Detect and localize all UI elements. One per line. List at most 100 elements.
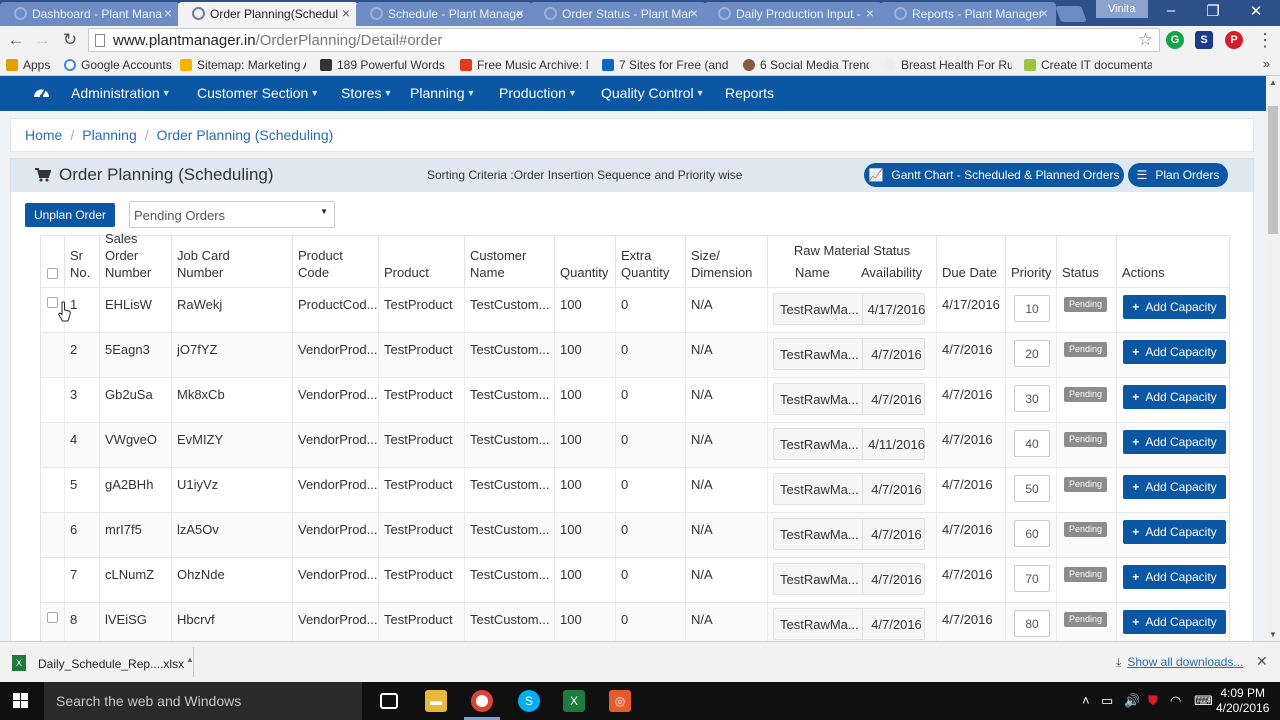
scroll-up-icon[interactable]: ▲	[1269, 78, 1277, 87]
back-arrow-icon[interactable]: ←	[6, 30, 26, 50]
restore-icon[interactable]: ❐	[1198, 2, 1228, 22]
priority-input[interactable]: 10	[1014, 295, 1050, 322]
add-capacity-button[interactable]: + Add Capacity	[1123, 565, 1226, 589]
raw-material-box[interactable]: TestRawMa... 4/7/2016	[773, 563, 925, 595]
browser-menu-icon[interactable]: ⋮	[1256, 30, 1274, 51]
nav-planning[interactable]: Planning ▼	[410, 85, 475, 101]
windows-start-icon[interactable]	[13, 693, 29, 709]
bookmark-seven-sites[interactable]: 7 Sites for Free (and E	[602, 58, 730, 72]
table-row[interactable]: 4 VWgveO EvMIZY VendorProd... TestProduct Tes…	[41, 422, 1229, 468]
bookmark-apps[interactable]: Apps	[6, 58, 56, 72]
show-all-downloads-link[interactable]: ⤓ Show all downloads...	[1116, 655, 1243, 670]
row-checkbox[interactable]	[47, 297, 58, 308]
dashboard-icon[interactable]	[33, 84, 50, 101]
priority-input[interactable]: 70	[1014, 565, 1050, 592]
bookmark-google-accounts[interactable]: Google Accounts	[64, 58, 176, 72]
breadcrumb-home[interactable]: Home	[25, 127, 62, 143]
raw-material-box[interactable]: TestRawMa... 4/7/2016	[773, 338, 925, 370]
select-all-checkbox[interactable]	[47, 268, 58, 279]
add-capacity-button[interactable]: + Add Capacity	[1123, 475, 1226, 499]
breadcrumb-planning[interactable]: Planning	[82, 127, 137, 143]
address-bar[interactable]: www.plantmanager.in/OrderPlanning/Detail…	[88, 28, 1160, 52]
unplan-order-button[interactable]: Unplan Order	[25, 203, 115, 227]
scrollbar-thumb[interactable]	[1268, 106, 1278, 234]
add-capacity-button[interactable]: + Add Capacity	[1123, 385, 1226, 409]
add-capacity-button[interactable]: + Add Capacity	[1123, 610, 1226, 634]
browser-tab-reports[interactable]: Reports - Plant Manager ×	[880, 2, 1056, 26]
browser-tab-order-status[interactable]: Order Status - Plant Mar ×	[530, 2, 706, 26]
browser-tab-schedule[interactable]: Schedule - Plant Manage ×	[356, 2, 532, 26]
nav-quality-control[interactable]: Quality Control ▼	[601, 85, 705, 101]
add-capacity-button[interactable]: + Add Capacity	[1123, 295, 1226, 319]
row-checkbox[interactable]	[47, 612, 58, 623]
close-icon[interactable]: ×	[866, 5, 874, 21]
download-item[interactable]: X Daily_Schedule_Rep....xlsx ▲	[4, 647, 194, 677]
task-view-icon[interactable]	[380, 693, 398, 709]
close-icon[interactable]: ×	[1040, 5, 1048, 21]
minimize-icon[interactable]: –	[1156, 2, 1186, 22]
volume-icon[interactable]: 🔊	[1124, 693, 1140, 709]
table-row[interactable]: 1 EHLisW RaWekj ProductCod... TestProduct Tes…	[41, 287, 1229, 333]
scroll-down-icon[interactable]: ▼	[1269, 630, 1277, 639]
raw-material-box[interactable]: TestRawMa... 4/7/2016	[773, 473, 925, 505]
close-icon[interactable]: ×	[516, 5, 524, 21]
bookmark-breast-health[interactable]: Breast Health For Run	[884, 58, 1012, 72]
close-icon[interactable]: ×	[690, 5, 698, 21]
table-row[interactable]: 3 Gb2uSa Mk8xCb VendorProd... TestProduct Tes…	[41, 377, 1229, 423]
raw-material-box[interactable]: TestRawMa... 4/7/2016	[773, 383, 925, 415]
bookmark-create-it-documentation[interactable]: Create IT documentat	[1024, 58, 1152, 72]
order-status-filter[interactable]: Pending Orders ▼	[129, 201, 335, 228]
more-bookmarks-icon[interactable]: »	[1263, 56, 1270, 71]
add-capacity-button[interactable]: + Add Capacity	[1123, 340, 1226, 364]
bookmark-star-icon[interactable]: ☆	[1138, 30, 1153, 50]
close-icon[interactable]: ×	[342, 5, 350, 21]
raw-material-box[interactable]: TestRawMa... 4/7/2016	[773, 608, 925, 640]
taskbar-search-box[interactable]: Search the web and Windows	[44, 682, 362, 720]
page-info-icon[interactable]	[95, 34, 105, 47]
battery-icon[interactable]: ▭	[1101, 693, 1113, 709]
add-capacity-button[interactable]: + Add Capacity	[1123, 520, 1226, 544]
page-scrollbar[interactable]: ▲ ▼	[1266, 76, 1280, 641]
raw-material-box[interactable]: TestRawMa... 4/7/2016	[773, 518, 925, 550]
priority-input[interactable]: 50	[1014, 475, 1050, 502]
browser-tab-order-planning[interactable]: Order Planning(Schedul ×	[178, 2, 358, 26]
profile-button[interactable]: Vinita	[1096, 0, 1148, 18]
skype-icon[interactable]: S	[518, 690, 540, 712]
browser-tab-dashboard[interactable]: Dashboard - Plant Mana ×	[0, 2, 180, 26]
nav-stores[interactable]: Stores ▼	[341, 85, 392, 101]
caret-up-icon[interactable]: ▲	[186, 655, 194, 664]
new-tab-button[interactable]	[1055, 6, 1087, 22]
table-row[interactable]: 2 5Eagn3 jO7fYZ VendorProd... TestProduct Tes…	[41, 332, 1229, 378]
system-clock[interactable]: 4:09 PM 4/20/2016	[1216, 686, 1269, 716]
raw-material-box[interactable]: TestRawMa... 4/11/2016	[773, 428, 925, 460]
add-capacity-button[interactable]: + Add Capacity	[1123, 430, 1226, 454]
nav-reports[interactable]: Reports	[725, 85, 774, 101]
antivirus-shield-icon[interactable]: ⛊	[1148, 693, 1158, 709]
file-explorer-icon[interactable]: ▬	[425, 690, 447, 712]
priority-input[interactable]: 60	[1014, 520, 1050, 547]
bookmark-sitemap[interactable]: Sitemap: Marketing A	[180, 58, 306, 72]
table-row[interactable]: 6 mrI7f5 lzA5Ov VendorProd... TestProduct Tes…	[41, 512, 1229, 558]
bookmark-free-music-archive[interactable]: Free Music Archive: M	[460, 58, 588, 72]
raw-material-box[interactable]: TestRawMa... 4/17/2016	[773, 293, 925, 325]
excel-icon[interactable]: X	[563, 690, 585, 712]
language-icon[interactable]: ⌨	[1194, 693, 1213, 709]
reload-icon[interactable]: ↻	[60, 30, 80, 50]
table-row[interactable]: 8 lVEiSG Hbcrvf VendorProd... TestProduct Tes…	[41, 602, 1229, 641]
nav-production[interactable]: Production ▼	[499, 85, 577, 101]
bookmark-powerful-words[interactable]: 189 Powerful Words T	[320, 58, 448, 72]
breadcrumb-current[interactable]: Order Planning (Scheduling)	[157, 127, 334, 143]
gantt-chart-button[interactable]: 📈 Gantt Chart - Scheduled & Planned Order…	[864, 163, 1124, 187]
forward-arrow-icon[interactable]: →	[32, 30, 52, 50]
priority-input[interactable]: 40	[1014, 430, 1050, 457]
wifi-icon[interactable]: ◠	[1170, 693, 1181, 709]
close-window-icon[interactable]: ✕	[1241, 2, 1271, 22]
grammarly-extension-icon[interactable]: G	[1166, 31, 1184, 49]
priority-input[interactable]: 20	[1014, 340, 1050, 367]
pinterest-extension-icon[interactable]: P	[1225, 31, 1243, 49]
bookmark-social-media-trends[interactable]: 6 Social Media Trends	[743, 58, 869, 72]
nav-customer-section[interactable]: Customer Section ▼	[197, 85, 319, 101]
plan-orders-button[interactable]: ☰ Plan Orders	[1128, 163, 1228, 187]
close-icon[interactable]: ✕	[1256, 653, 1268, 670]
table-row[interactable]: 7 cLNumZ OhzNde VendorProd... TestProduct Tes…	[41, 557, 1229, 603]
